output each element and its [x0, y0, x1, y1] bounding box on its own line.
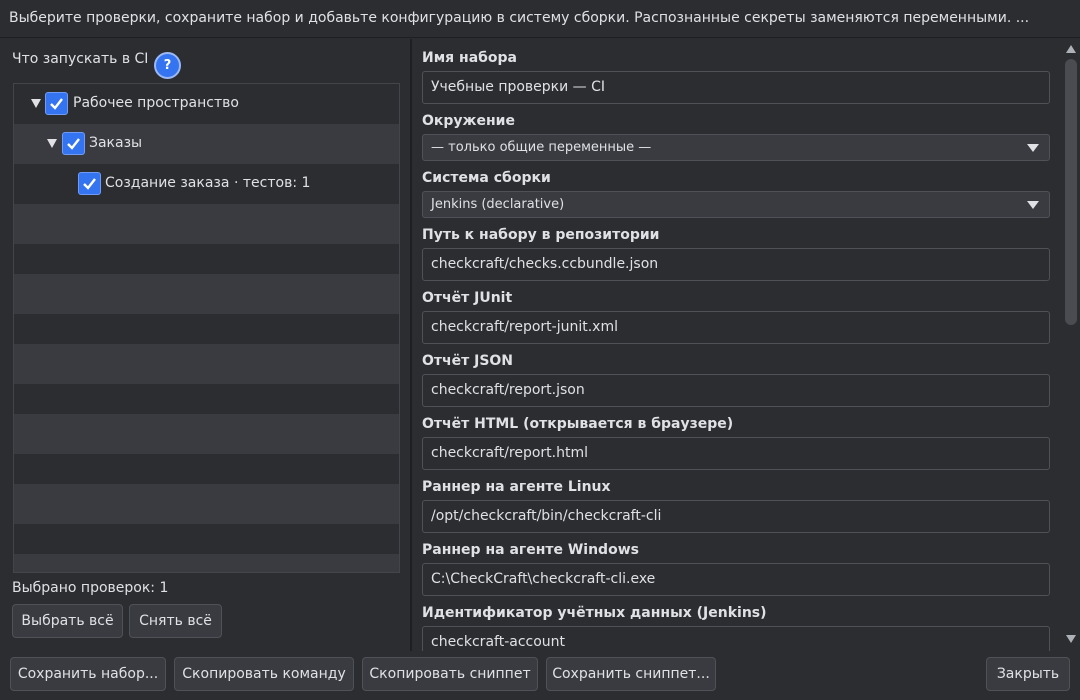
checkbox-workspace[interactable]	[45, 92, 68, 115]
tree-row-create-order[interactable]: Создание заказа · тестов: 1	[14, 164, 399, 204]
chevron-down-icon	[1027, 144, 1039, 152]
settings-form: Имя набора Учебные проверки — CI Окружен…	[412, 39, 1080, 651]
build-system-label: Система сборки	[422, 170, 551, 186]
tree-row-orders[interactable]: Заказы	[14, 124, 399, 164]
tree-label-orders: Заказы	[89, 135, 143, 151]
html-report-label: Отчёт HTML (открывается в браузере)	[422, 416, 734, 432]
json-report-input[interactable]: checkcraft/report.json	[422, 374, 1050, 407]
junit-input[interactable]: checkcraft/report-junit.xml	[422, 311, 1050, 344]
environment-label: Окружение	[422, 113, 515, 129]
tree-label-test-count: · тестов: 1	[234, 175, 311, 191]
copy-command-button[interactable]: Скопировать команду	[174, 657, 354, 691]
scroll-down-icon[interactable]	[1066, 635, 1076, 643]
info-banner: Выберите проверки, сохраните набор и доб…	[0, 0, 1080, 38]
windows-runner-input[interactable]: C:\CheckCraft\checkcraft-cli.exe	[422, 563, 1050, 596]
tree-label-create-order: Создание заказа	[105, 175, 230, 191]
scrollbar-thumb[interactable]	[1065, 59, 1077, 325]
tree-row-workspace[interactable]: Рабочее пространство	[14, 84, 399, 124]
linux-runner-input[interactable]: /opt/checkcraft/bin/checkcraft-cli	[422, 500, 1050, 533]
expand-triangle-icon[interactable]	[47, 139, 57, 148]
tree-empty-row	[14, 344, 399, 384]
checks-panel: Что запускать в CI ? Рабочее пространств…	[0, 39, 410, 651]
chevron-down-icon	[1027, 201, 1039, 209]
help-icon[interactable]: ?	[154, 52, 181, 79]
close-button[interactable]: Закрыть	[986, 657, 1070, 691]
expand-triangle-icon[interactable]	[31, 99, 41, 108]
windows-runner-label: Раннер на агенте Windows	[422, 542, 639, 558]
deselect-all-button[interactable]: Снять всё	[129, 604, 222, 638]
tree-empty-row	[14, 484, 399, 524]
select-all-button[interactable]: Выбрать всё	[12, 604, 123, 638]
tree-empty-row	[14, 554, 399, 572]
credentials-label: Идентификатор учётных данных (Jenkins)	[422, 605, 767, 621]
set-name-label: Имя набора	[422, 50, 518, 66]
selected-count: Выбрано проверок: 1	[12, 580, 169, 596]
tree-empty-row	[14, 204, 399, 244]
checkbox-orders[interactable]	[62, 132, 85, 155]
save-snippet-button[interactable]: Сохранить сниппет...	[546, 657, 716, 691]
save-set-button[interactable]: Сохранить набор...	[10, 657, 166, 691]
json-report-label: Отчёт JSON	[422, 353, 514, 369]
scroll-up-icon[interactable]	[1066, 45, 1076, 53]
info-banner-text: Выберите проверки, сохраните набор и доб…	[9, 10, 1030, 26]
linux-runner-label: Раннер на агенте Linux	[422, 479, 611, 495]
html-report-input[interactable]: checkcraft/report.html	[422, 437, 1050, 470]
tree-empty-row	[14, 274, 399, 314]
environment-value: — только общие переменные —	[431, 140, 652, 155]
tree-empty-row	[14, 414, 399, 454]
build-system-value: Jenkins (declarative)	[431, 197, 565, 212]
copy-snippet-button[interactable]: Скопировать сниппет	[362, 657, 538, 691]
repo-path-input[interactable]: checkcraft/checks.ccbundle.json	[422, 248, 1050, 281]
junit-label: Отчёт JUnit	[422, 290, 513, 306]
repo-path-label: Путь к набору в репозитории	[422, 227, 660, 243]
tree-label-workspace: Рабочее пространство	[73, 95, 239, 111]
set-name-input[interactable]: Учебные проверки — CI	[422, 71, 1050, 104]
checks-tree[interactable]: Рабочее пространство Заказы Создание зак…	[13, 83, 400, 573]
environment-select[interactable]: — только общие переменные —	[422, 134, 1050, 161]
checkbox-create-order[interactable]	[78, 172, 101, 195]
dialog-buttons: Сохранить набор... Скопировать команду С…	[0, 651, 1080, 700]
credentials-input[interactable]: checkcraft-account	[422, 626, 1050, 651]
form-scrollbar[interactable]	[1062, 39, 1080, 651]
build-system-select[interactable]: Jenkins (declarative)	[422, 191, 1050, 218]
ci-section-label: Что запускать в CI	[12, 51, 149, 67]
